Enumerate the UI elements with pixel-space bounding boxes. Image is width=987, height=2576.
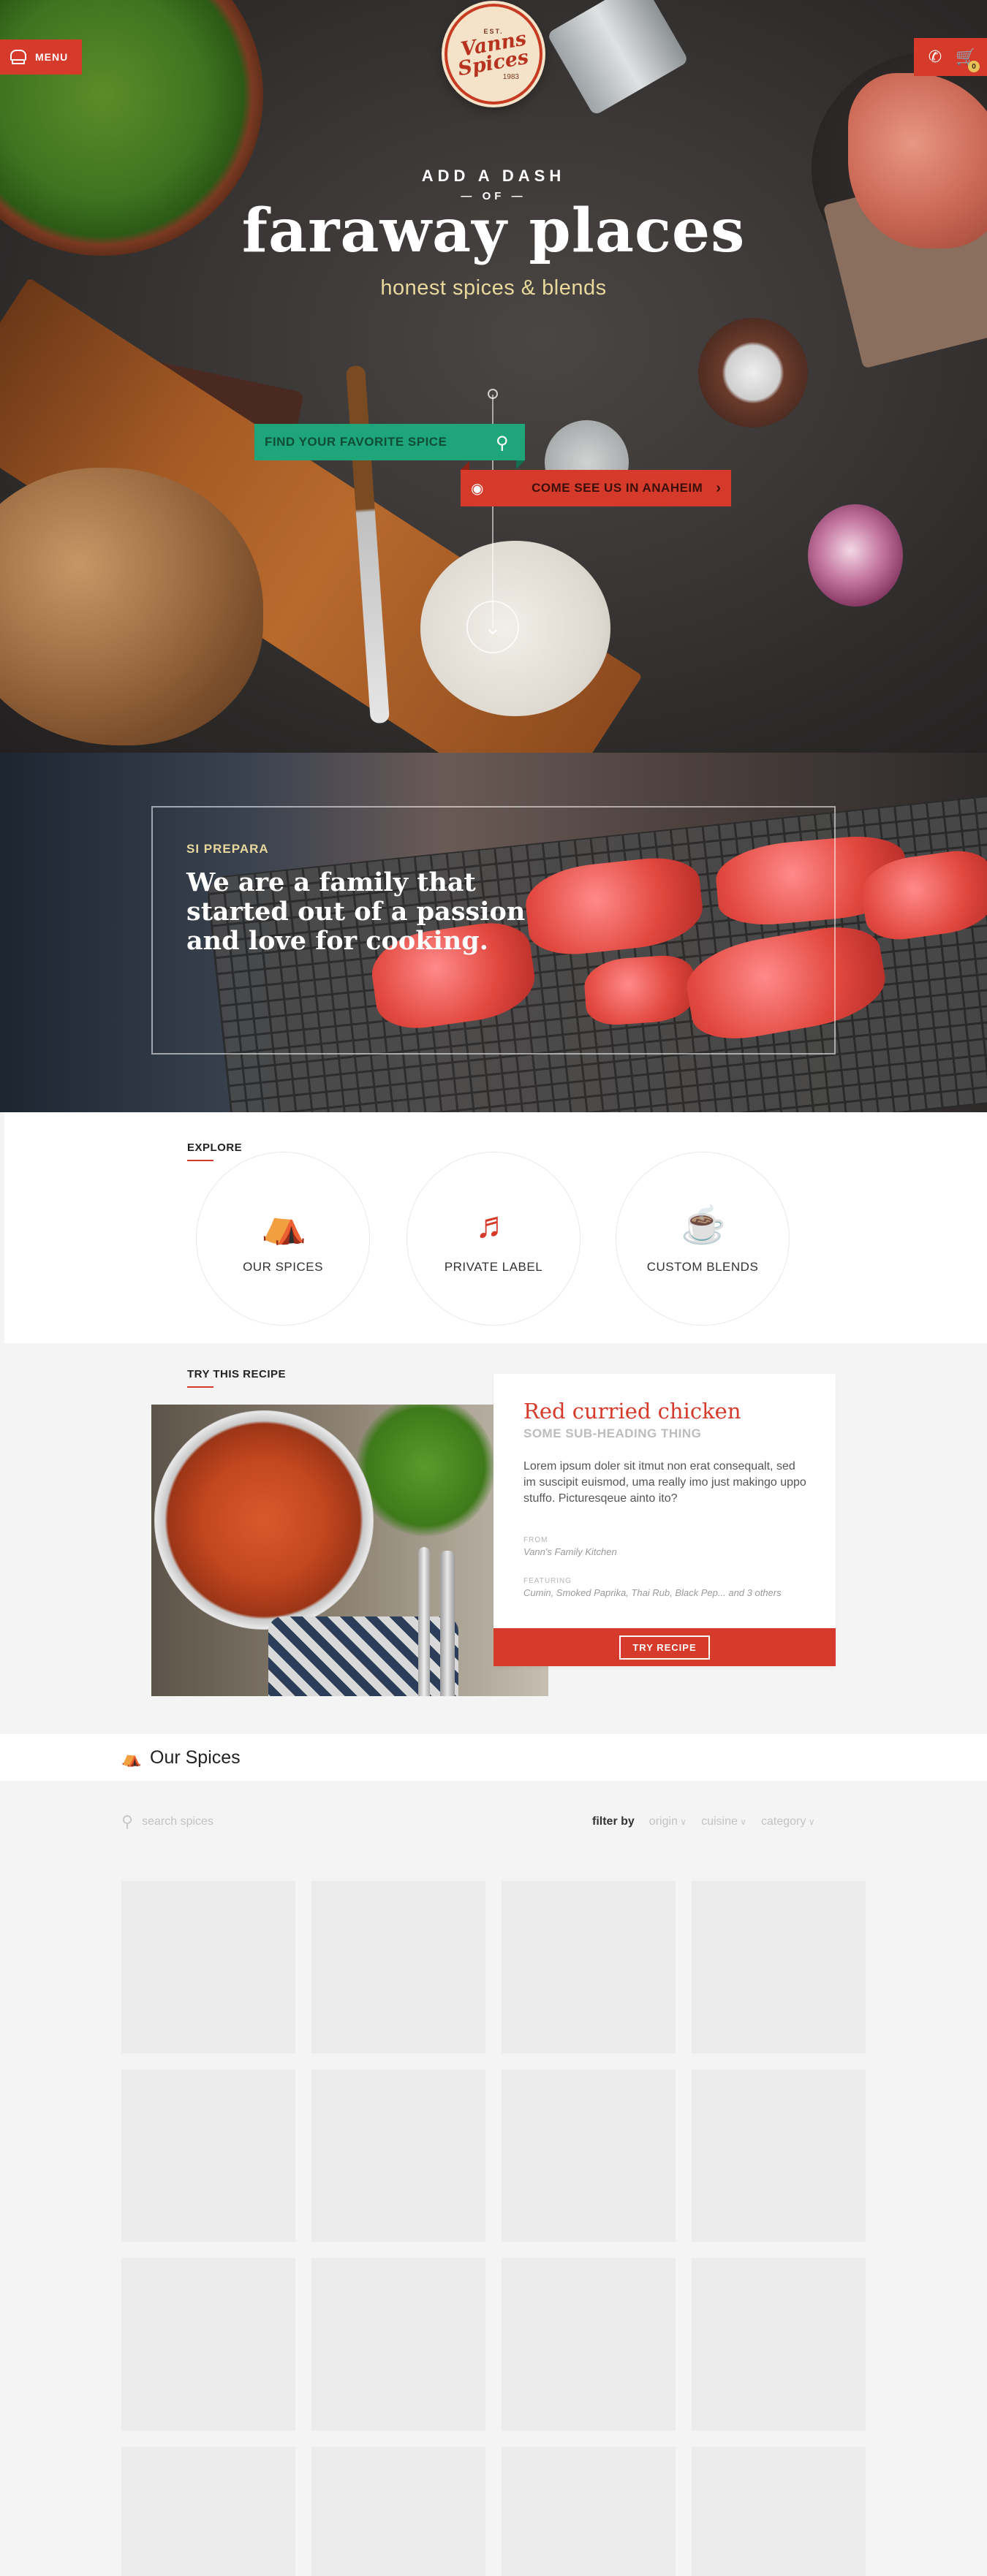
cart-count-badge: 0 (968, 61, 980, 72)
decor-curry-pot (154, 1410, 374, 1630)
phone-icon[interactable]: ✆ (926, 48, 945, 67)
header-actions: ✆ 🛒 0 (914, 38, 987, 76)
hero-headline: faraway places (241, 196, 746, 266)
try-recipe-button[interactable]: TRY RECIPE (619, 1635, 710, 1660)
chevron-down-icon: ⌄ (484, 615, 502, 639)
explore-heading: EXPLORE (187, 1141, 242, 1161)
filter-cuisine-dropdown[interactable]: cuisine (701, 1815, 746, 1828)
explore-private-label[interactable]: ♬ PRIVATE LABEL (406, 1152, 581, 1326)
hero-subline: honest spices & blends (380, 276, 607, 300)
explore-item-label: CUSTOM BLENDS (646, 1260, 759, 1274)
search-icon[interactable]: ⚲ (496, 433, 515, 453)
filter-origin-dropdown[interactable]: origin (649, 1815, 687, 1828)
menu-button[interactable]: MENU (0, 39, 82, 75)
menu-label: MENU (35, 51, 69, 63)
spice-tile[interactable] (121, 1881, 295, 2053)
decor-onion (808, 504, 903, 607)
explore-custom-blends[interactable]: ☕ CUSTOM BLENDS (616, 1152, 790, 1326)
chevron-right-icon: › (716, 479, 721, 496)
recipe-featuring-label: FEATURING (523, 1577, 572, 1585)
brand-logo[interactable]: EST. Vanns Spices 1983 (445, 4, 542, 105)
recipe-from-label: FROM (523, 1536, 548, 1544)
recipe-title: Red curried chicken (523, 1399, 741, 1424)
spice-tile[interactable] (692, 1881, 866, 2053)
pin-dot (488, 389, 498, 399)
decor-shaker (546, 0, 689, 116)
visit-label: COME SEE US IN ANAHEIM (532, 481, 703, 495)
explore-section: EXPLORE ⛺ OUR SPICES ♬ PRIVATE LABEL ☕ C… (4, 1112, 987, 1343)
story-kicker: SI PREPARA (186, 842, 269, 856)
spice-tile[interactable] (311, 2447, 485, 2576)
decor-napkin (268, 1616, 458, 1696)
our-spices-title: Our Spices (150, 1747, 241, 1768)
explore-item-label: PRIVATE LABEL (444, 1260, 543, 1274)
spice-tile[interactable] (121, 2258, 295, 2431)
recipe-photo (151, 1405, 548, 1696)
page: MENU ✆ 🛒 0 EST. Vanns Spices 1983 ADD A … (0, 0, 987, 2576)
explore-item-label: OUR SPICES (243, 1260, 323, 1274)
chef-hat-icon: ♬ (475, 1204, 512, 1245)
logo-year: 1983 (502, 72, 519, 81)
recipe-subtitle: SOME SUB-HEADING THING (523, 1426, 702, 1440)
decor-cilantro (356, 1405, 495, 1536)
spice-tile[interactable] (692, 2258, 866, 2431)
scroll-down-button[interactable]: ⌄ (466, 601, 519, 653)
recipe-from-value: Vann's Family Kitchen (523, 1546, 617, 1557)
hero-section: MENU ✆ 🛒 0 EST. Vanns Spices 1983 ADD A … (0, 0, 987, 753)
chef-hat-icon (9, 50, 26, 64)
spice-tile[interactable] (311, 1881, 485, 2053)
spice-tile[interactable] (502, 2258, 676, 2431)
our-spices-bar: ⛺ Our Spices (0, 1734, 987, 1781)
decor-fork (440, 1551, 455, 1696)
spice-tile[interactable] (502, 2447, 676, 2576)
cart-icon[interactable]: 🛒 0 (956, 48, 980, 72)
heading-underline (187, 1160, 213, 1161)
recipe-description: Lorem ipsum doler sit itmut non erat con… (523, 1460, 806, 1505)
spice-filters: filter by origin cuisine category (592, 1812, 870, 1831)
recipe-featuring-value: Cumin, Smoked Paprika, Thai Rub, Black P… (523, 1587, 782, 1598)
visit-anaheim-button[interactable]: ◉ COME SEE US IN ANAHEIM › (461, 461, 731, 506)
search-icon: ⚲ (121, 1812, 134, 1831)
explore-our-spices[interactable]: ⛺ OUR SPICES (196, 1152, 370, 1326)
map-pin-icon: ◉ (471, 480, 484, 497)
spice-tile[interactable] (121, 2070, 295, 2242)
story-text: We are a family that started out of a pa… (186, 867, 526, 956)
explore-label: EXPLORE (187, 1141, 243, 1154)
recipe-heading: TRY THIS RECIPE (187, 1368, 286, 1388)
decor-knife (418, 1547, 430, 1696)
spice-grinder-icon: ⛺ (261, 1204, 307, 1245)
spice-tile[interactable] (311, 2070, 485, 2242)
heading-underline (187, 1386, 213, 1388)
spice-tile[interactable] (311, 2258, 485, 2431)
recipe-card: Red curried chicken SOME SUB-HEADING THI… (494, 1374, 836, 1666)
spice-search-input[interactable] (142, 1815, 362, 1828)
spice-tile[interactable] (502, 2070, 676, 2242)
mortar-pestle-icon: ☕ (681, 1204, 727, 1245)
hero-tagline-top: ADD A DASH (421, 167, 566, 185)
spice-search-field[interactable]: FIND YOUR FAVORITE SPICE ⚲ (254, 424, 525, 469)
filter-by-label: filter by (592, 1815, 635, 1828)
spice-tile[interactable] (502, 1881, 676, 2053)
spice-grinder-icon: ⛺ (121, 1749, 142, 1767)
spice-tile[interactable] (121, 2447, 295, 2576)
spice-search-placeholder: FIND YOUR FAVORITE SPICE (265, 435, 447, 449)
story-section: SI PREPARA We are a family that started … (0, 753, 987, 1112)
spice-tile[interactable] (692, 2070, 866, 2242)
recipe-section-label: TRY THIS RECIPE (187, 1368, 287, 1380)
decor-salt-bowl (698, 318, 808, 428)
spice-list-search: ⚲ (121, 1811, 414, 1833)
filter-category-dropdown[interactable]: category (761, 1815, 815, 1828)
recipe-cta-bar: TRY RECIPE (494, 1628, 836, 1666)
spice-tile[interactable] (692, 2447, 866, 2576)
